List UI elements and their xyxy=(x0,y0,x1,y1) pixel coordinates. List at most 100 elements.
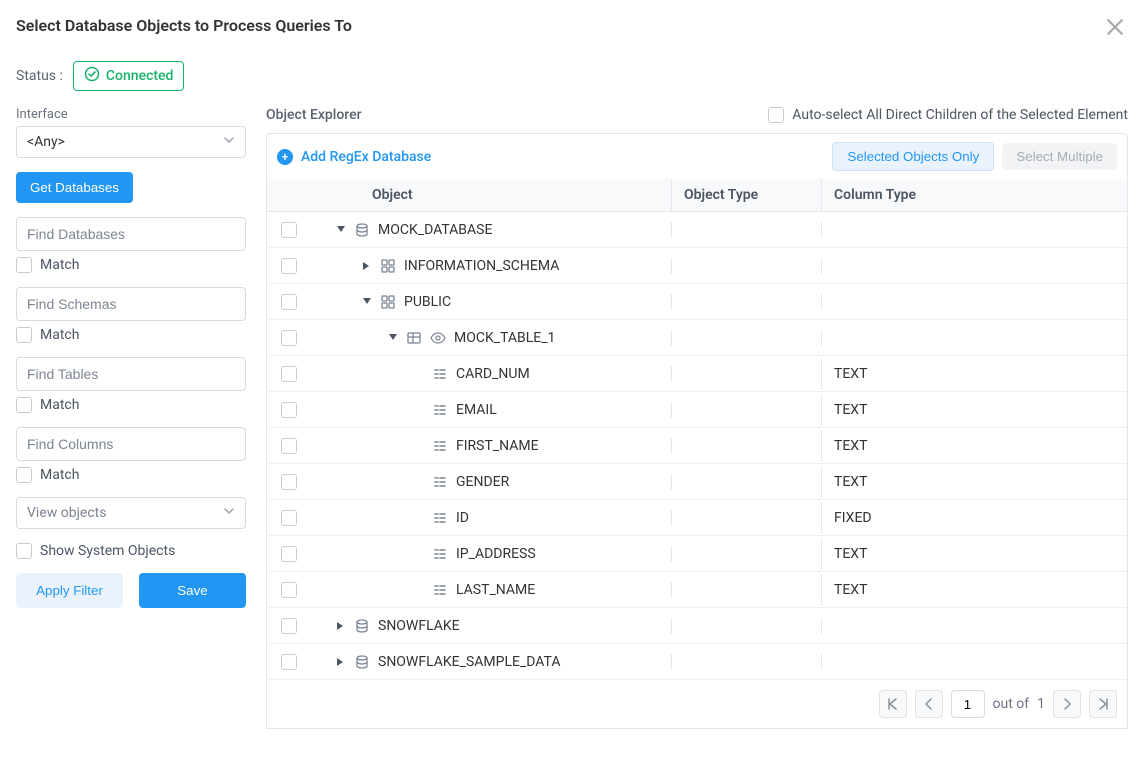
expander-toggle[interactable] xyxy=(388,334,398,342)
object-name[interactable]: IP_ADDRESS xyxy=(456,546,536,562)
interface-label: Interface xyxy=(16,107,246,122)
get-databases-button[interactable]: Get Databases xyxy=(16,172,133,203)
find-databases-input[interactable] xyxy=(16,217,246,251)
column-type-cell xyxy=(821,258,1127,274)
header-column-type: Column Type xyxy=(821,179,1127,211)
object-type-cell xyxy=(671,654,821,670)
pager-next-button[interactable] xyxy=(1053,690,1081,718)
row-checkbox[interactable] xyxy=(281,330,297,346)
pager-last-button[interactable] xyxy=(1089,690,1117,718)
expander-toggle[interactable] xyxy=(362,298,372,306)
object-name[interactable]: ID xyxy=(456,510,469,526)
object-type-cell xyxy=(671,546,821,562)
expander-toggle[interactable] xyxy=(336,622,346,630)
view-objects-select[interactable]: View objects xyxy=(16,497,246,529)
add-regex-label: Add RegEx Database xyxy=(301,149,431,165)
match-databases-label: Match xyxy=(40,257,79,273)
match-databases-checkbox[interactable] xyxy=(16,257,32,273)
status-label: Status : xyxy=(16,68,63,84)
object-name[interactable]: LAST_NAME xyxy=(456,582,535,598)
match-schemas-checkbox[interactable] xyxy=(16,327,32,343)
pager-first-button[interactable] xyxy=(879,690,907,718)
match-columns-checkbox[interactable] xyxy=(16,467,32,483)
row-checkbox[interactable] xyxy=(281,582,297,598)
pager-current-input[interactable] xyxy=(951,690,985,718)
row-checkbox[interactable] xyxy=(281,402,297,418)
column-icon xyxy=(432,366,448,382)
row-checkbox[interactable] xyxy=(281,474,297,490)
object-name[interactable]: SNOWFLAKE xyxy=(378,618,460,634)
eye-icon xyxy=(430,330,446,346)
pager-prev-button[interactable] xyxy=(915,690,943,718)
column-type-cell xyxy=(821,654,1127,670)
table-row: EMAIL TEXT xyxy=(267,392,1127,428)
chevron-down-icon xyxy=(223,134,235,150)
row-checkbox[interactable] xyxy=(281,654,297,670)
object-explorer-title: Object Explorer xyxy=(266,107,362,123)
row-checkbox[interactable] xyxy=(281,438,297,454)
status-badge: Connected xyxy=(73,61,185,91)
table-row: IP_ADDRESS TEXT xyxy=(267,536,1127,572)
object-name[interactable]: MOCK_DATABASE xyxy=(378,222,492,238)
expander-toggle[interactable] xyxy=(336,226,346,234)
column-type-cell xyxy=(821,294,1127,310)
add-regex-database-button[interactable]: + Add RegEx Database xyxy=(277,149,431,165)
apply-filter-button[interactable]: Apply Filter xyxy=(16,573,123,608)
object-name[interactable]: MOCK_TABLE_1 xyxy=(454,330,555,346)
object-name[interactable]: PUBLIC xyxy=(404,294,451,310)
table-row: SNOWFLAKE xyxy=(267,608,1127,644)
plus-circle-icon: + xyxy=(277,149,293,165)
match-schemas-label: Match xyxy=(40,327,79,343)
column-icon xyxy=(432,582,448,598)
table-row: SNOWFLAKE_SAMPLE_DATA xyxy=(267,644,1127,680)
column-type-cell: TEXT xyxy=(821,538,1127,570)
save-button[interactable]: Save xyxy=(139,573,246,608)
object-name[interactable]: CARD_NUM xyxy=(456,366,530,382)
show-system-objects-checkbox[interactable] xyxy=(16,543,32,559)
table-row: MOCK_DATABASE xyxy=(267,212,1127,248)
auto-select-label: Auto-select All Direct Children of the S… xyxy=(792,107,1128,123)
table-row: LAST_NAMETEXT xyxy=(267,572,1127,608)
database-icon xyxy=(354,618,370,634)
object-name[interactable]: INFORMATION_SCHEMA xyxy=(404,258,559,274)
row-checkbox[interactable] xyxy=(281,258,297,274)
expander-toggle[interactable] xyxy=(336,658,346,666)
row-checkbox[interactable] xyxy=(281,546,297,562)
column-type-cell xyxy=(821,618,1127,634)
pager-total: 1 xyxy=(1037,696,1045,712)
column-type-cell: TEXT xyxy=(821,358,1127,390)
find-tables-input[interactable] xyxy=(16,357,246,391)
row-checkbox[interactable] xyxy=(281,366,297,382)
column-icon xyxy=(432,402,448,418)
interface-select[interactable]: <Any> xyxy=(16,126,246,158)
object-name[interactable]: EMAIL xyxy=(456,402,497,418)
object-name[interactable]: FIRST_NAME xyxy=(456,438,539,454)
object-type-cell xyxy=(671,438,821,454)
match-tables-checkbox[interactable] xyxy=(16,397,32,413)
column-type-cell: TEXT xyxy=(821,430,1127,462)
object-name[interactable]: GENDER xyxy=(456,474,509,490)
find-columns-input[interactable] xyxy=(16,427,246,461)
object-type-cell xyxy=(671,330,821,346)
row-checkbox[interactable] xyxy=(281,222,297,238)
database-icon xyxy=(354,222,370,238)
object-name[interactable]: SNOWFLAKE_SAMPLE_DATA xyxy=(378,654,561,670)
schema-icon xyxy=(380,294,396,310)
row-checkbox[interactable] xyxy=(281,510,297,526)
row-checkbox[interactable] xyxy=(281,618,297,634)
selected-objects-only-button[interactable]: Selected Objects Only xyxy=(832,142,994,171)
auto-select-checkbox[interactable] xyxy=(768,107,784,123)
find-schemas-input[interactable] xyxy=(16,287,246,321)
close-icon[interactable] xyxy=(1106,18,1124,40)
expander-toggle[interactable] xyxy=(362,262,372,270)
row-checkbox[interactable] xyxy=(281,294,297,310)
select-multiple-button[interactable]: Select Multiple xyxy=(1002,143,1117,170)
column-type-cell xyxy=(821,330,1127,346)
column-icon xyxy=(432,474,448,490)
view-objects-value: View objects xyxy=(27,505,107,521)
column-icon xyxy=(432,438,448,454)
column-type-cell: TEXT xyxy=(821,394,1127,426)
object-type-cell xyxy=(671,222,821,238)
table-row: IDFIXED xyxy=(267,500,1127,536)
column-type-cell: TEXT xyxy=(821,466,1127,498)
